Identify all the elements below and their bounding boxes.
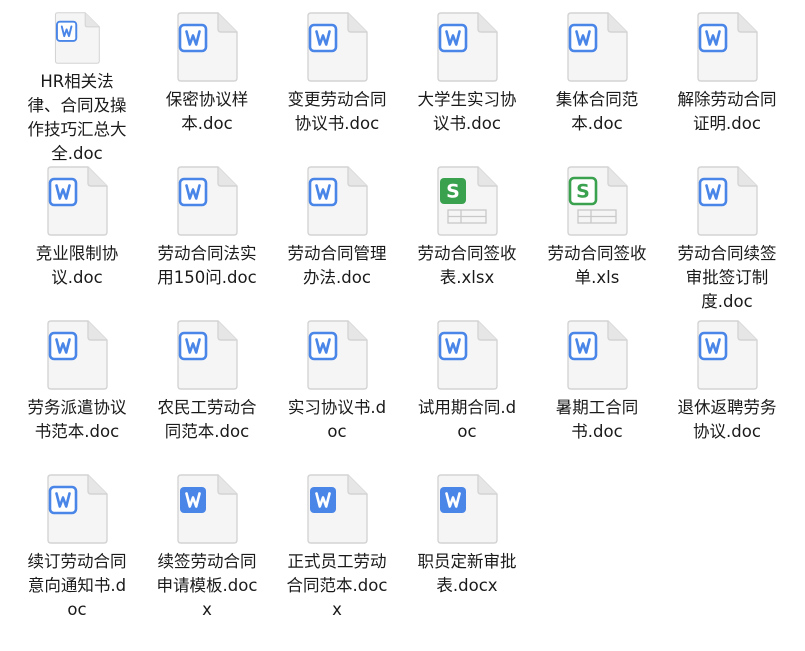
file-item[interactable]: 劳务派遣协议书范本.doc — [12, 320, 142, 474]
file-item[interactable]: 竞业限制协议.doc — [12, 166, 142, 320]
word-doc-icon — [697, 320, 758, 390]
file-name-label: 续签劳动合同申请模板.docx — [156, 552, 258, 619]
file-name-label: 劳动合同管理办法.doc — [287, 244, 387, 287]
file-name-label: 劳动合同续签审批签订制度.doc — [677, 244, 777, 311]
word-docx-icon — [437, 474, 498, 544]
file-item[interactable]: 变更劳动合同协议书.doc — [272, 12, 402, 166]
excel-xlsx-icon: S — [437, 166, 498, 236]
file-item[interactable]: 劳动合同续签审批签订制度.doc — [662, 166, 792, 320]
word-doc-icon — [177, 166, 238, 236]
file-name-label: 暑期工合同书.doc — [555, 398, 639, 441]
file-item[interactable]: 解除劳动合同证明.doc — [662, 12, 792, 166]
word-doc-icon — [307, 166, 368, 236]
svg-text:S: S — [446, 181, 460, 203]
file-name-label: 解除劳动合同证明.doc — [677, 90, 777, 133]
word-doc-icon — [177, 320, 238, 390]
file-item[interactable]: S 劳动合同签收表.xlsx — [402, 166, 532, 320]
file-grid: HR相关法律、合同及操作技巧汇总大全.doc 保密协议样本.doc 变更劳动合同… — [12, 12, 792, 628]
word-doc-icon — [437, 12, 498, 82]
file-item[interactable]: 集体合同范本.doc — [532, 12, 662, 166]
word-doc-icon — [567, 320, 628, 390]
file-item[interactable]: 劳动合同管理办法.doc — [272, 166, 402, 320]
file-name-label: HR相关法律、合同及操作技巧汇总大全.doc — [27, 72, 127, 163]
word-doc-icon — [307, 12, 368, 82]
file-item[interactable]: 劳动合同法实用150问.doc — [142, 166, 272, 320]
file-name-label: 劳动合同法实用150问.doc — [157, 244, 257, 287]
word-doc-icon — [437, 320, 498, 390]
file-name-label: 大学生实习协议书.doc — [417, 90, 517, 133]
file-name-label: 农民工劳动合同范本.doc — [157, 398, 257, 441]
word-doc-icon — [567, 12, 628, 82]
file-name-label: 劳务派遣协议书范本.doc — [27, 398, 127, 441]
file-name-label: 保密协议样本.doc — [165, 90, 249, 133]
file-item[interactable]: 农民工劳动合同范本.doc — [142, 320, 272, 474]
file-item[interactable]: 退休返聘劳务协议.doc — [662, 320, 792, 474]
svg-text:S: S — [576, 181, 590, 203]
file-name-label: 试用期合同.doc — [417, 398, 517, 441]
word-doc-icon — [47, 320, 108, 390]
file-name-label: 劳动合同签收单.xls — [547, 244, 647, 287]
excel-xls-icon: S — [567, 166, 628, 236]
word-doc-icon — [47, 166, 108, 236]
file-name-label: 劳动合同签收表.xlsx — [417, 244, 517, 287]
file-item[interactable]: HR相关法律、合同及操作技巧汇总大全.doc — [12, 12, 142, 166]
file-name-label: 职员定新审批表.docx — [417, 552, 517, 595]
file-name-label: 实习协议书.doc — [287, 398, 387, 441]
file-item[interactable]: 实习协议书.doc — [272, 320, 402, 474]
word-doc-icon — [307, 320, 368, 390]
word-doc-icon — [697, 166, 758, 236]
file-item[interactable]: 续订劳动合同意向通知书.doc — [12, 474, 142, 628]
file-name-label: 竞业限制协议.doc — [35, 244, 119, 287]
word-doc-icon — [47, 474, 108, 544]
file-item[interactable]: 保密协议样本.doc — [142, 12, 272, 166]
file-name-label: 正式员工劳动合同范本.docx — [286, 552, 388, 619]
file-item[interactable]: 大学生实习协议书.doc — [402, 12, 532, 166]
file-item[interactable]: 续签劳动合同申请模板.docx — [142, 474, 272, 628]
word-docx-icon — [177, 474, 238, 544]
file-item[interactable]: 暑期工合同书.doc — [532, 320, 662, 474]
file-item[interactable]: 正式员工劳动合同范本.docx — [272, 474, 402, 628]
word-docx-icon — [307, 474, 368, 544]
file-name-label: 变更劳动合同协议书.doc — [287, 90, 387, 133]
file-item[interactable]: S 劳动合同签收单.xls — [532, 166, 662, 320]
file-name-label: 续订劳动合同意向通知书.doc — [27, 552, 127, 619]
file-item[interactable]: 职员定新审批表.docx — [402, 474, 532, 628]
word-doc-icon — [54, 12, 100, 64]
file-name-label: 集体合同范本.doc — [555, 90, 639, 133]
file-name-label: 退休返聘劳务协议.doc — [677, 398, 777, 441]
file-item[interactable]: 试用期合同.doc — [402, 320, 532, 474]
word-doc-icon — [697, 12, 758, 82]
word-doc-icon — [177, 12, 238, 82]
